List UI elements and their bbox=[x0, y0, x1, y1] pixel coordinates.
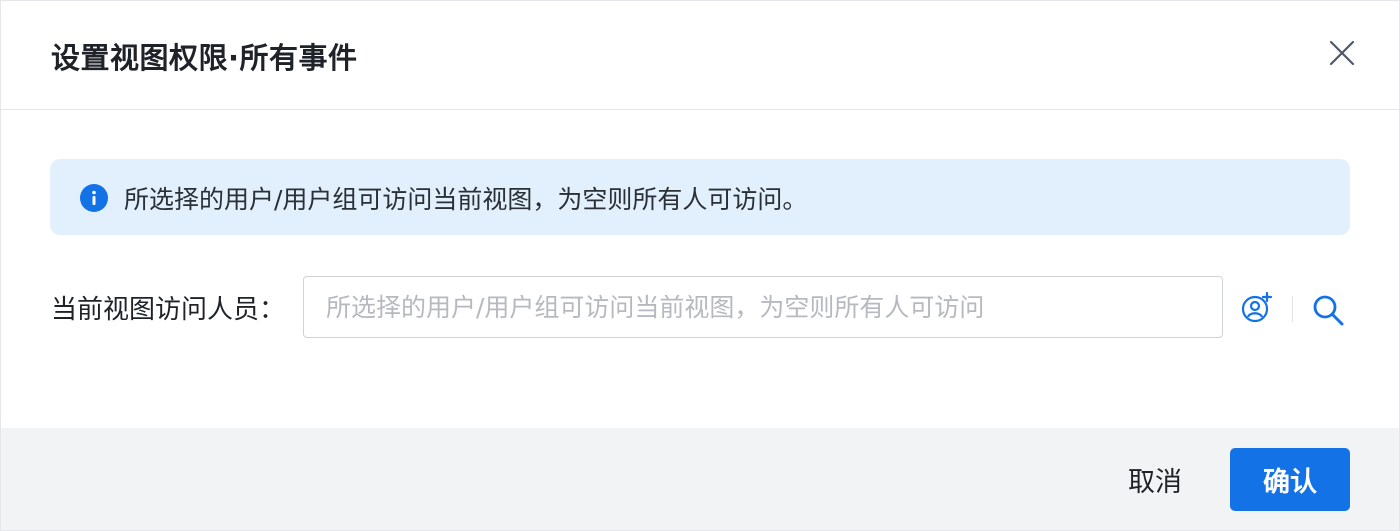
search-button[interactable] bbox=[1310, 292, 1346, 328]
icon-divider bbox=[1292, 296, 1293, 322]
search-icon bbox=[1313, 295, 1344, 326]
info-banner: 所选择的用户/用户组可访问当前视图，为空则所有人可访问。 bbox=[50, 159, 1350, 235]
viewer-input[interactable] bbox=[303, 276, 1223, 338]
info-icon bbox=[80, 184, 108, 212]
close-button[interactable] bbox=[1323, 34, 1361, 72]
dialog-title: 设置视图权限·所有事件 bbox=[51, 41, 358, 75]
cancel-button[interactable]: 取消 bbox=[1105, 448, 1205, 510]
add-user-button[interactable] bbox=[1239, 290, 1275, 326]
confirm-button[interactable]: 确认 bbox=[1230, 448, 1350, 511]
dialog-footer: 取消 确认 bbox=[1, 428, 1399, 530]
permission-dialog: 设置视图权限·所有事件 所选择的用户/用户组可访问当前视图，为空则所有人可访问。… bbox=[0, 0, 1400, 531]
viewer-field-label: 当前视图访问人员： bbox=[51, 295, 286, 325]
dialog-header: 设置视图权限·所有事件 bbox=[1, 1, 1399, 110]
info-text: 所选择的用户/用户组可访问当前视图，为空则所有人可访问。 bbox=[124, 185, 808, 214]
add-user-icon bbox=[1241, 291, 1273, 323]
close-icon bbox=[1329, 40, 1355, 66]
